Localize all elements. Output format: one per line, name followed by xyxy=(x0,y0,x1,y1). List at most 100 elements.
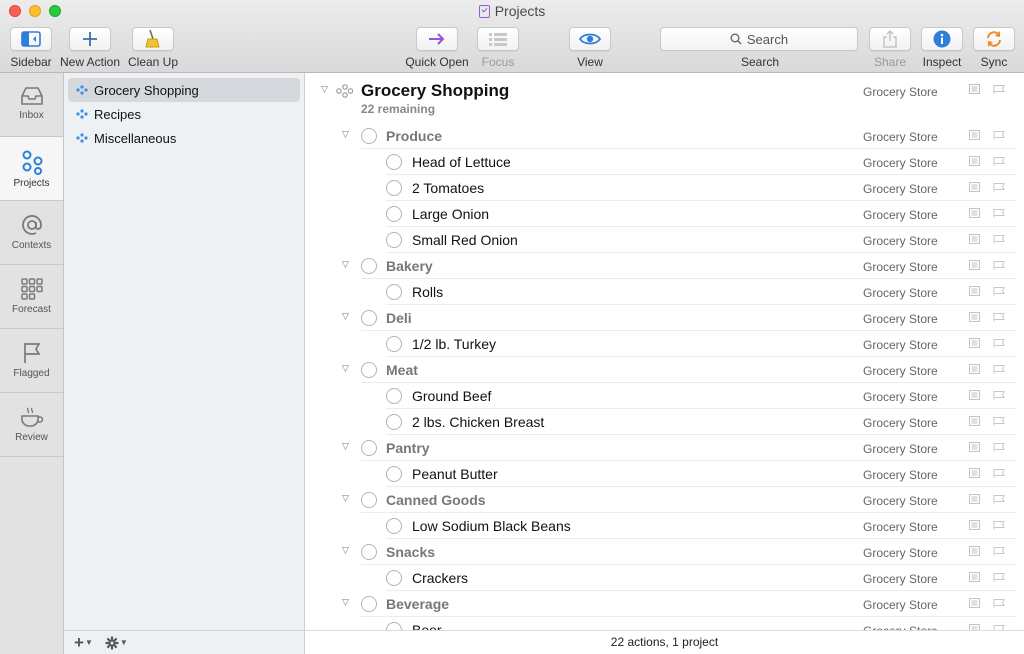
project-title[interactable]: Grocery Shopping xyxy=(361,81,509,101)
action-group-row[interactable]: ▽ Produce Grocery Store xyxy=(305,123,1024,149)
completion-checkbox[interactable] xyxy=(386,466,402,482)
context-label[interactable]: Grocery Store xyxy=(863,338,938,352)
note-icon[interactable] xyxy=(969,130,980,140)
note-icon[interactable] xyxy=(969,234,980,244)
disclosure-triangle-icon[interactable]: ▽ xyxy=(342,545,352,555)
context-label[interactable]: Grocery Store xyxy=(863,234,938,248)
group-title[interactable]: Snacks xyxy=(386,544,435,560)
sidebar-project-grocery-shopping[interactable]: Grocery Shopping xyxy=(68,78,300,102)
note-icon[interactable] xyxy=(969,442,980,452)
note-icon[interactable] xyxy=(969,156,980,166)
completion-checkbox[interactable] xyxy=(361,492,377,508)
action-row[interactable]: Small Red Onion Grocery Store xyxy=(305,227,1024,253)
action-group-row[interactable]: ▽ Meat Grocery Store xyxy=(305,357,1024,383)
rail-tab-flagged[interactable]: Flagged xyxy=(0,329,63,393)
completion-checkbox[interactable] xyxy=(386,180,402,196)
context-label[interactable]: Grocery Store xyxy=(863,312,938,326)
action-group-row[interactable]: ▽ Canned Goods Grocery Store xyxy=(305,487,1024,513)
disclosure-triangle-icon[interactable]: ▽ xyxy=(342,259,352,269)
search-field[interactable]: Search xyxy=(660,27,858,51)
flag-outline-icon[interactable] xyxy=(993,572,1005,582)
action-group-row[interactable]: ▽ Bakery Grocery Store xyxy=(305,253,1024,279)
new-action-button[interactable] xyxy=(69,27,111,51)
flag-outline-icon[interactable] xyxy=(993,84,1005,94)
flag-outline-icon[interactable] xyxy=(993,520,1005,530)
completion-checkbox[interactable] xyxy=(386,622,402,630)
completion-checkbox[interactable] xyxy=(386,388,402,404)
completion-checkbox[interactable] xyxy=(386,206,402,222)
flag-outline-icon[interactable] xyxy=(993,312,1005,322)
action-title[interactable]: Low Sodium Black Beans xyxy=(412,518,571,534)
note-icon[interactable] xyxy=(969,312,980,322)
action-group-row[interactable]: ▽ Snacks Grocery Store xyxy=(305,539,1024,565)
disclosure-triangle-icon[interactable]: ▽ xyxy=(342,363,352,373)
project-header-row[interactable]: ▽ Grocery Shopping 22 remaining Grocery … xyxy=(305,73,1024,123)
action-title[interactable]: Small Red Onion xyxy=(412,232,518,248)
flag-outline-icon[interactable] xyxy=(993,156,1005,166)
clean-up-toolbar-item[interactable]: Clean Up xyxy=(126,27,180,69)
flag-outline-icon[interactable] xyxy=(993,598,1005,608)
flag-outline-icon[interactable] xyxy=(993,442,1005,452)
focus-toolbar-item[interactable]: Focus xyxy=(476,27,520,69)
group-title[interactable]: Produce xyxy=(386,128,442,144)
group-title[interactable]: Meat xyxy=(386,362,418,378)
share-toolbar-item[interactable]: Share xyxy=(868,27,912,69)
flag-outline-icon[interactable] xyxy=(993,364,1005,374)
action-group-row[interactable]: ▽ Deli Grocery Store xyxy=(305,305,1024,331)
settings-menu-button[interactable]: ▼ xyxy=(105,636,128,650)
flag-outline-icon[interactable] xyxy=(993,338,1005,348)
rail-tab-inbox[interactable]: Inbox xyxy=(0,73,63,137)
note-icon[interactable] xyxy=(969,494,980,504)
new-action-toolbar-item[interactable]: New Action xyxy=(60,27,120,69)
flag-outline-icon[interactable] xyxy=(993,234,1005,244)
completion-checkbox[interactable] xyxy=(361,258,377,274)
disclosure-triangle-icon[interactable]: ▽ xyxy=(342,493,352,503)
flag-outline-icon[interactable] xyxy=(993,208,1005,218)
action-row[interactable]: Ground Beef Grocery Store xyxy=(305,383,1024,409)
completion-checkbox[interactable] xyxy=(361,440,377,456)
action-title[interactable]: Head of Lettuce xyxy=(412,154,511,170)
note-icon[interactable] xyxy=(969,364,980,374)
rail-tab-review[interactable]: Review xyxy=(0,393,63,457)
context-label[interactable]: Grocery Store xyxy=(863,546,938,560)
action-title[interactable]: Beer xyxy=(412,622,442,630)
clean-up-button[interactable] xyxy=(132,27,174,51)
action-title[interactable]: 2 Tomatoes xyxy=(412,180,484,196)
disclosure-triangle-icon[interactable]: ▽ xyxy=(342,597,352,607)
flag-outline-icon[interactable] xyxy=(993,390,1005,400)
group-title[interactable]: Canned Goods xyxy=(386,492,486,508)
action-title[interactable]: Large Onion xyxy=(412,206,489,222)
group-title[interactable]: Pantry xyxy=(386,440,430,456)
context-label[interactable]: Grocery Store xyxy=(863,286,938,300)
completion-checkbox[interactable] xyxy=(361,310,377,326)
focus-button[interactable] xyxy=(477,27,519,51)
note-icon[interactable] xyxy=(969,208,980,218)
disclosure-triangle-icon[interactable]: ▽ xyxy=(342,311,352,321)
action-row[interactable]: Large Onion Grocery Store xyxy=(305,201,1024,227)
context-label[interactable]: Grocery Store xyxy=(863,442,938,456)
completion-checkbox[interactable] xyxy=(361,596,377,612)
context-label[interactable]: Grocery Store xyxy=(863,156,938,170)
context-label[interactable]: Grocery Store xyxy=(863,468,938,482)
view-toolbar-item[interactable]: View xyxy=(568,27,612,69)
note-icon[interactable] xyxy=(969,338,980,348)
completion-checkbox[interactable] xyxy=(386,284,402,300)
completion-checkbox[interactable] xyxy=(361,362,377,378)
completion-checkbox[interactable] xyxy=(386,414,402,430)
note-icon[interactable] xyxy=(969,546,980,556)
action-title[interactable]: 1/2 lb. Turkey xyxy=(412,336,496,352)
context-label[interactable]: Grocery Store xyxy=(863,364,938,378)
project-status-icon[interactable] xyxy=(336,84,353,98)
completion-checkbox[interactable] xyxy=(361,128,377,144)
action-title[interactable]: Rolls xyxy=(412,284,443,300)
flag-outline-icon[interactable] xyxy=(993,260,1005,270)
context-label[interactable]: Grocery Store xyxy=(863,208,938,222)
flag-outline-icon[interactable] xyxy=(993,416,1005,426)
action-title[interactable]: Peanut Butter xyxy=(412,466,498,482)
completion-checkbox[interactable] xyxy=(361,544,377,560)
context-label[interactable]: Grocery Store xyxy=(863,182,938,196)
action-row[interactable]: Crackers Grocery Store xyxy=(305,565,1024,591)
completion-checkbox[interactable] xyxy=(386,570,402,586)
sidebar-toolbar-item[interactable]: Sidebar xyxy=(9,27,53,69)
context-label[interactable]: Grocery Store xyxy=(863,85,938,99)
